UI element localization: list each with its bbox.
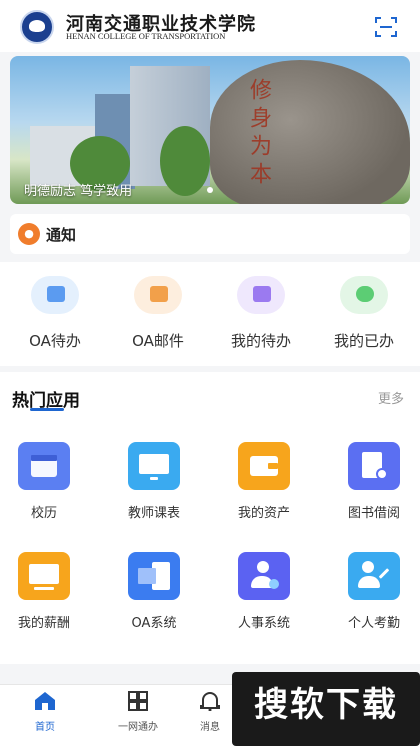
- more-link[interactable]: 更多: [378, 388, 404, 407]
- notice-bar[interactable]: ● 通知: [10, 214, 410, 254]
- app-calendar[interactable]: 校历: [0, 442, 94, 521]
- quick-label: 我的已办: [333, 332, 394, 350]
- app-label: 我的资产: [237, 506, 290, 521]
- hot-apps-section: 热门应用 更多 校历 教师课表 我的资产 图书借阅 我的薪酬 OA系统 人事系统…: [0, 372, 420, 664]
- app-label: OA系统: [131, 616, 177, 631]
- app-label: 个人考勤: [347, 616, 400, 631]
- app-label: 教师课表: [127, 506, 180, 521]
- wallet-icon: [238, 442, 290, 490]
- screen-icon: [128, 442, 180, 490]
- mail-icon: [134, 276, 182, 314]
- college-name-en: HENAN COLLEGE OF TRANSPORTATION: [66, 31, 226, 41]
- grid-icon: [128, 691, 148, 711]
- folder-icon: [31, 276, 79, 314]
- quick-label: OA邮件: [132, 332, 184, 350]
- calendar-icon: [18, 442, 70, 490]
- notice-label: 通知: [46, 226, 77, 244]
- bell-icon: [200, 692, 220, 712]
- quick-label: 我的待办: [230, 332, 291, 350]
- scan-icon[interactable]: [374, 15, 398, 39]
- tab-label: 一网通办: [118, 722, 158, 733]
- app-oa-system[interactable]: OA系统: [104, 552, 204, 631]
- tab-one-stop[interactable]: 一网通办: [98, 691, 178, 733]
- tab-label: 首页: [35, 722, 55, 733]
- app-attendance[interactable]: 个人考勤: [324, 552, 420, 631]
- inscribed-rock: [210, 60, 410, 204]
- banner-carousel[interactable]: 修身为本 明德励志 笃学致用: [10, 56, 410, 204]
- app-library[interactable]: 图书借阅: [324, 442, 420, 521]
- app-label: 图书借阅: [347, 506, 400, 521]
- quick-oa-todo[interactable]: OA待办: [10, 276, 100, 366]
- salary-icon: [18, 552, 70, 600]
- app-label: 人事系统: [237, 616, 290, 631]
- quick-oa-mail[interactable]: OA邮件: [113, 276, 203, 366]
- app-salary[interactable]: 我的薪酬: [0, 552, 94, 631]
- title-underline: [30, 408, 64, 411]
- watermark-overlay: 搜软下载: [232, 672, 420, 746]
- tab-home[interactable]: 首页: [5, 691, 85, 733]
- oa-doc-icon: [128, 552, 180, 600]
- chat-icon: [340, 276, 388, 314]
- quick-my-done[interactable]: 我的已办: [319, 276, 409, 366]
- home-icon: [35, 692, 55, 710]
- app-label: 我的薪酬: [17, 616, 70, 631]
- app-my-assets[interactable]: 我的资产: [214, 442, 314, 521]
- carousel-dot[interactable]: [207, 187, 213, 193]
- college-logo: [20, 10, 54, 44]
- megaphone-icon: ●: [18, 223, 40, 245]
- rock-inscription: 修身为本: [246, 78, 271, 190]
- app-teacher-schedule[interactable]: 教师课表: [104, 442, 204, 521]
- app-header: 河南交通职业技术学院 HENAN COLLEGE OF TRANSPORTATI…: [0, 0, 420, 52]
- attendance-icon: [348, 552, 400, 600]
- app-label: 校历: [30, 506, 57, 521]
- app-hr-system[interactable]: 人事系统: [214, 552, 314, 631]
- quick-label: OA待办: [29, 332, 81, 350]
- quick-actions: OA待办 OA邮件 我的待办 我的已办: [0, 262, 420, 366]
- quick-my-todo[interactable]: 我的待办: [216, 276, 306, 366]
- banner-caption: 明德励志 笃学致用: [24, 184, 133, 199]
- person-check-icon: [238, 552, 290, 600]
- book-clock-icon: [348, 442, 400, 490]
- document-icon: [237, 276, 285, 314]
